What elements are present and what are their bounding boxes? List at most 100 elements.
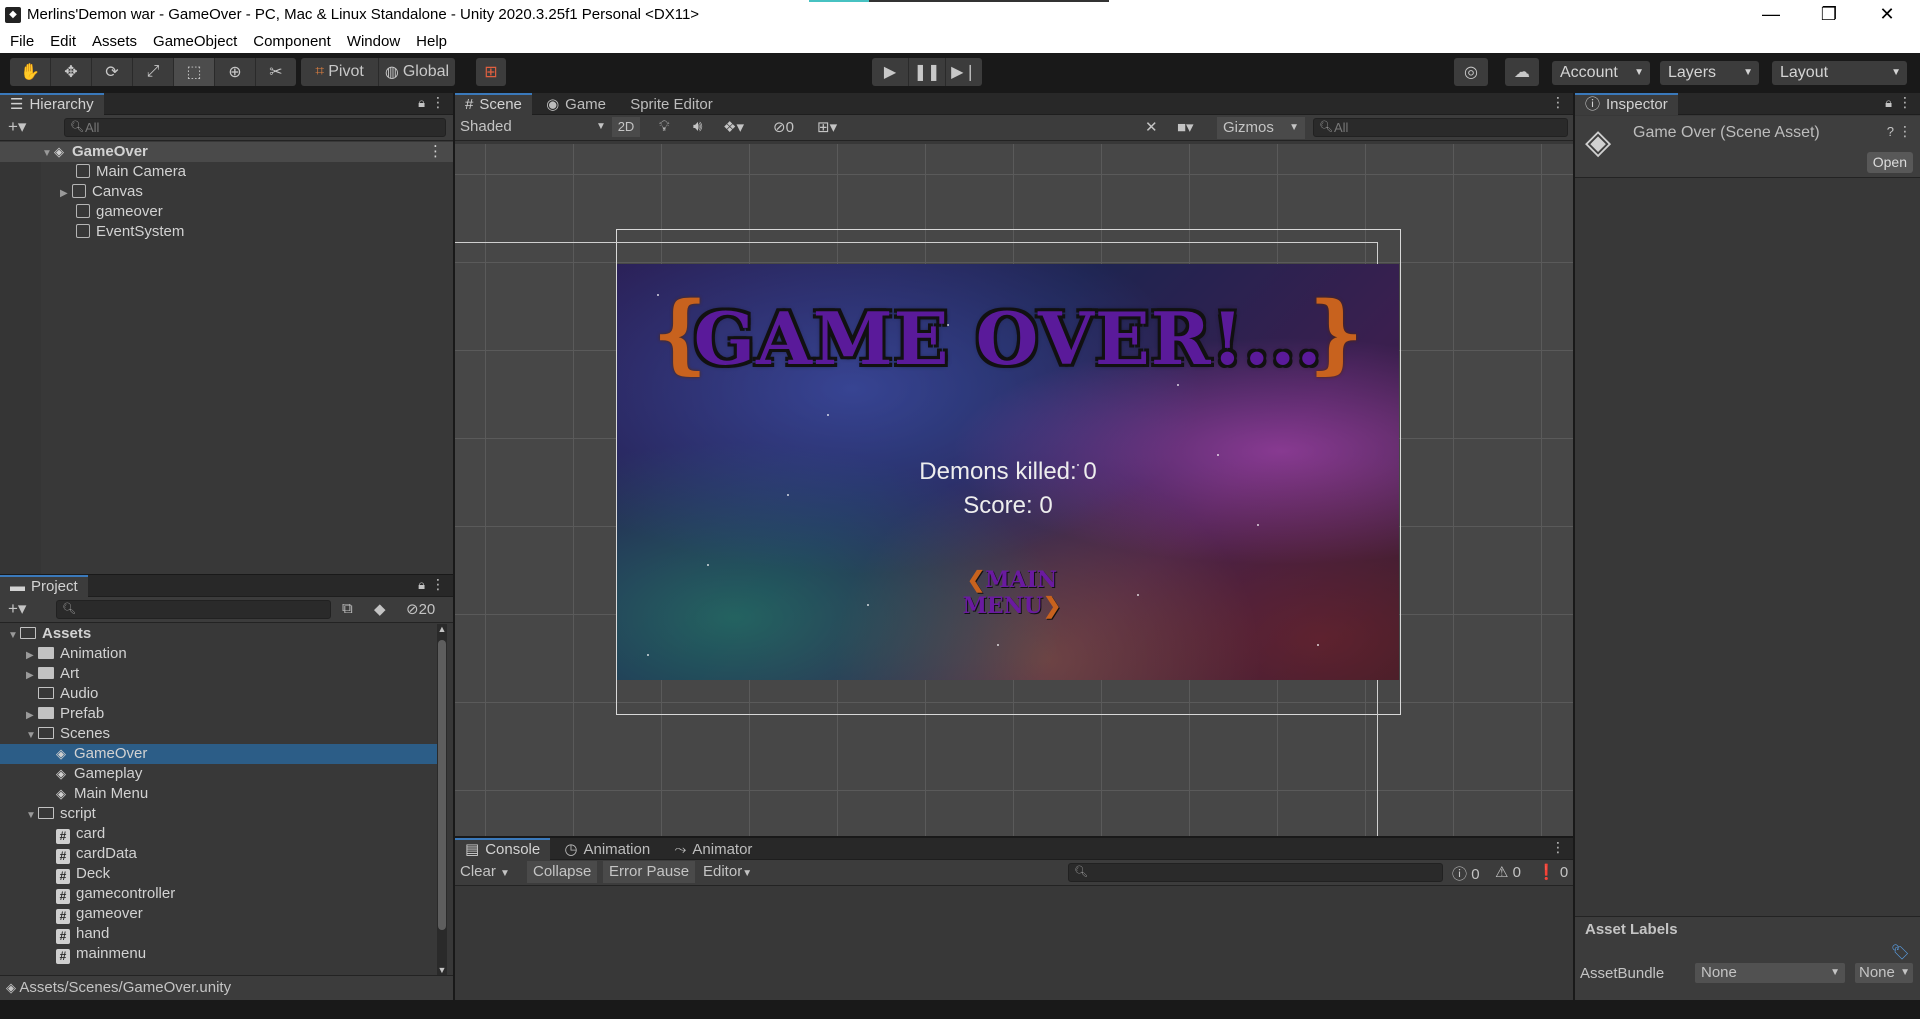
hierarchy-item[interactable]: Main Camera <box>76 162 186 182</box>
caret-right-icon[interactable]: ▶ <box>26 706 38 726</box>
shading-mode-dropdown[interactable]: Shaded ▼ <box>460 118 606 135</box>
info-filter-toggle[interactable]: ⓘ 0 <box>1452 863 1480 884</box>
hierarchy-item[interactable]: ▶ Canvas <box>60 182 143 202</box>
pause-button[interactable]: ❚❚ <box>909 58 946 86</box>
effects-toggle-icon[interactable]: ❖▾ <box>723 118 744 136</box>
menu-help[interactable]: Help <box>408 33 455 50</box>
project-tree-item[interactable]: ▼ Assets <box>0 624 437 644</box>
caret-down-icon[interactable]: ▼ <box>26 806 38 826</box>
pivot-toggle[interactable]: ⌗ Pivot <box>301 58 379 86</box>
collapse-toggle[interactable]: Collapse <box>527 861 598 883</box>
menu-window[interactable]: Window <box>339 33 408 50</box>
tab-console[interactable]: ▤ Console <box>455 838 551 860</box>
hand-tool-icon[interactable]: ✋ <box>10 58 51 86</box>
grid-snap-button[interactable]: ⊞ <box>476 58 506 86</box>
hidden-packages-toggle[interactable]: ⊘20 <box>406 600 435 618</box>
grid-toggle-icon[interactable]: ⊞▾ <box>817 118 837 136</box>
project-tree-item[interactable]: ▶ Animation <box>0 644 437 664</box>
project-tree-item[interactable]: ▼ script <box>0 804 437 824</box>
tab-hierarchy[interactable]: ☰ Hierarchy <box>0 93 104 115</box>
layers-dropdown[interactable]: Layers ▼ <box>1660 61 1759 85</box>
project-tree-item[interactable]: # gamecontroller <box>0 884 437 904</box>
editor-dropdown[interactable]: Editor▼ <box>703 863 752 880</box>
2d-toggle[interactable]: 2D <box>612 117 640 137</box>
hierarchy-search-input[interactable]: 🔍︎ All <box>64 118 446 137</box>
tab-inspector[interactable]: ⓘ Inspector <box>1575 93 1678 115</box>
menu-edit[interactable]: Edit <box>42 33 84 50</box>
project-search-input[interactable]: 🔍︎ <box>56 600 331 619</box>
create-asset-button[interactable]: +▾ <box>8 599 26 619</box>
account-dropdown[interactable]: Account ▼ <box>1552 61 1650 85</box>
scroll-up-icon[interactable]: ▲ <box>437 624 447 634</box>
add-object-button[interactable]: +▾ <box>8 117 26 137</box>
audio-toggle-icon[interactable]: 🔊︎ <box>693 118 702 135</box>
error-pause-toggle[interactable]: Error Pause <box>603 861 696 883</box>
project-tree-item[interactable]: ◈ Main Menu <box>0 784 437 804</box>
hierarchy-item[interactable]: EventSystem <box>76 222 184 242</box>
project-tree-item[interactable]: # card <box>0 824 437 844</box>
more-options-icon[interactable]: ⋮ <box>428 142 443 162</box>
more-options-icon[interactable]: ⋮ <box>1551 839 1565 856</box>
settings-icon[interactable]: ⋮ <box>1898 123 1912 140</box>
project-tree-item[interactable]: # mainmenu <box>0 944 437 964</box>
caret-down-icon[interactable]: ▼ <box>26 726 38 746</box>
transform-tool-icon[interactable]: ⊕ <box>215 58 256 86</box>
filter-by-label-icon[interactable]: ◆ <box>374 600 386 618</box>
lock-icon[interactable]: 🔒︎ <box>418 577 425 593</box>
menu-gameobject[interactable]: GameObject <box>145 33 245 50</box>
tab-sprite-editor[interactable]: Sprite Editor <box>620 94 723 116</box>
filter-by-type-icon[interactable]: ⧉ <box>342 600 353 617</box>
scroll-down-icon[interactable]: ▼ <box>437 965 447 975</box>
lock-icon[interactable]: 🔒︎ <box>1885 95 1892 111</box>
lighting-toggle-icon[interactable]: 💡︎ <box>659 118 670 135</box>
cloud-button[interactable]: ☁ <box>1505 58 1539 86</box>
camera-dropdown-icon[interactable]: ■▾ <box>1177 118 1194 136</box>
more-options-icon[interactable]: ⋮ <box>431 94 445 111</box>
more-options-icon[interactable]: ⋮ <box>1898 94 1912 111</box>
rotate-tool-icon[interactable]: ⟳ <box>92 58 133 86</box>
close-button[interactable]: ✕ <box>1858 0 1916 29</box>
tab-project[interactable]: ▬ Project <box>0 575 88 597</box>
caret-down-icon[interactable]: ▼ <box>8 626 20 646</box>
menu-file[interactable]: File <box>2 33 42 50</box>
global-toggle[interactable]: ◍ Global <box>379 58 455 86</box>
rect-tool-icon[interactable]: ⬚ <box>174 58 215 86</box>
more-options-icon[interactable]: ⋮ <box>431 576 445 593</box>
collab-button[interactable]: ◎ <box>1454 58 1488 86</box>
error-filter-toggle[interactable]: ❗ 0 <box>1537 863 1568 881</box>
project-tree-item[interactable]: ▼ Scenes <box>0 724 437 744</box>
project-tree-item[interactable]: ▶ Prefab <box>0 704 437 724</box>
project-tree-item[interactable]: # gameover <box>0 904 437 924</box>
project-tree-item[interactable]: # hand <box>0 924 437 944</box>
tab-animation[interactable]: ◷ Animation <box>554 839 660 861</box>
warning-filter-toggle[interactable]: ⚠ 0 <box>1495 863 1521 881</box>
tab-animator[interactable]: ⤳ Animator <box>664 839 762 861</box>
custom-tool-icon[interactable]: ✂ <box>256 58 296 86</box>
menu-assets[interactable]: Assets <box>84 33 145 50</box>
move-tool-icon[interactable]: ✥ <box>51 58 92 86</box>
step-button[interactable]: ▶❘ <box>946 58 982 86</box>
play-button[interactable]: ▶ <box>872 58 909 86</box>
tab-game[interactable]: ◉ Game <box>536 94 616 116</box>
scene-search-input[interactable]: 🔍︎ All <box>1313 118 1568 137</box>
project-tree-item[interactable]: # cardData <box>0 844 437 864</box>
hierarchy-scene-row[interactable]: ▼ ◈ GameOver ⋮ <box>0 142 453 162</box>
caret-right-icon[interactable]: ▶ <box>26 646 38 666</box>
label-tag-icon[interactable]: 🏷︎ <box>1891 943 1910 961</box>
menu-component[interactable]: Component <box>245 33 339 50</box>
project-tree-item[interactable]: ◈ Gameplay <box>0 764 437 784</box>
clear-button[interactable]: Clear ▼ <box>460 863 510 880</box>
console-search-input[interactable]: 🔍︎ <box>1068 863 1443 882</box>
gizmos-dropdown[interactable]: Gizmos ▼ <box>1217 117 1305 139</box>
hidden-objects-toggle[interactable]: ⊘0 <box>773 118 794 136</box>
caret-right-icon[interactable]: ▶ <box>26 666 38 686</box>
project-scrollbar[interactable]: ▲ ▼ <box>437 624 447 975</box>
assetbundle-variant-dropdown[interactable]: None ▼ <box>1855 963 1913 983</box>
project-tree-item[interactable]: ▶ Art <box>0 664 437 684</box>
tab-scene[interactable]: # Scene <box>455 93 532 115</box>
lock-icon[interactable]: 🔒︎ <box>418 95 425 111</box>
restore-button[interactable]: ❐ <box>1800 0 1858 29</box>
project-tree-item[interactable]: # Deck <box>0 864 437 884</box>
scale-tool-icon[interactable]: ⤢ <box>133 58 174 86</box>
project-tree-item[interactable]: Audio <box>0 684 437 704</box>
